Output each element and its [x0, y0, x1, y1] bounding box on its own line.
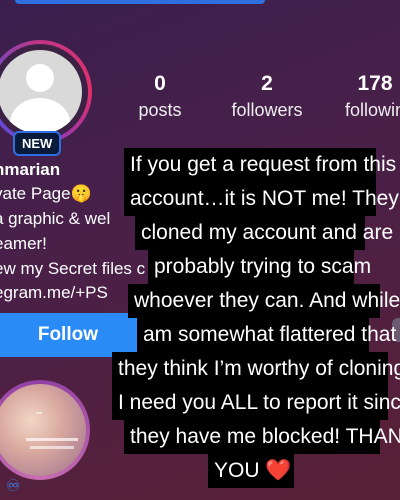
caption-line: If you get a request from this: [124, 148, 396, 182]
caption-line: they think I’m worthy of cloning,: [112, 352, 400, 386]
story-caption: If you get a request from this account…i…: [0, 0, 400, 500]
caption-line: they have me blocked! THANK: [124, 420, 400, 454]
caption-line: account…it is NOT me! They e: [124, 182, 400, 216]
caption-line: whoever they can. And while I: [128, 284, 400, 318]
caption-line: probably trying to scam: [148, 250, 371, 284]
caption-line: I need you ALL to report it since: [112, 386, 400, 420]
caption-line: cloned my account and are: [135, 216, 393, 250]
caption-line: YOU ❤️: [208, 454, 294, 488]
caption-line: am somewhat flattered that: [137, 318, 396, 352]
